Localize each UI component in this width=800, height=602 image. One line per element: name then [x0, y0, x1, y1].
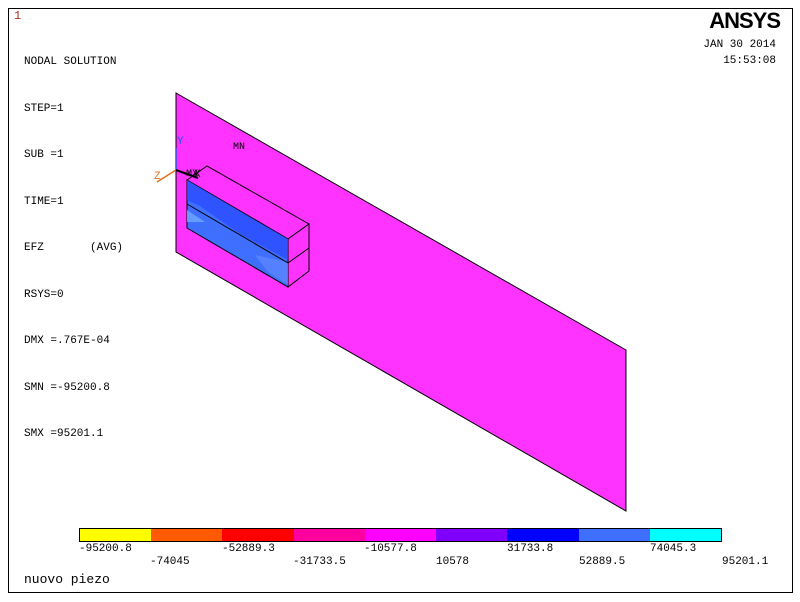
- legend-band: [364, 529, 437, 541]
- legend-label: 52889.5: [579, 556, 626, 568]
- legend-band: [507, 529, 579, 541]
- legend-label: 74045.3: [650, 543, 697, 555]
- legend-band: [80, 529, 152, 541]
- axis-y-label: Y: [177, 136, 184, 148]
- min-marker: MN: [233, 142, 245, 153]
- axis-z-label: Z: [154, 171, 161, 183]
- plot-title: nuovo piezo: [24, 572, 110, 587]
- legend-label: -52889.3: [222, 543, 275, 555]
- legend-label: -31733.5: [293, 556, 346, 568]
- legend-label: -10577.8: [364, 543, 417, 555]
- max-marker: MX: [186, 169, 198, 180]
- legend-band: [649, 529, 721, 541]
- legend-label: -74045: [150, 556, 190, 568]
- legend-band: [293, 529, 365, 541]
- model-view[interactable]: Y Z X MX MN: [0, 0, 800, 602]
- legend-band: [151, 529, 223, 541]
- legend-label: 31733.8: [507, 543, 554, 555]
- legend-label: 95201.1: [722, 556, 769, 568]
- contour-legend: [79, 528, 722, 542]
- legend-band: [222, 529, 294, 541]
- legend-band: [578, 529, 650, 541]
- legend-band: [436, 529, 508, 541]
- legend-label: 10578: [436, 556, 470, 568]
- plate: [175, 92, 627, 512]
- legend-label: -95200.8: [79, 543, 132, 555]
